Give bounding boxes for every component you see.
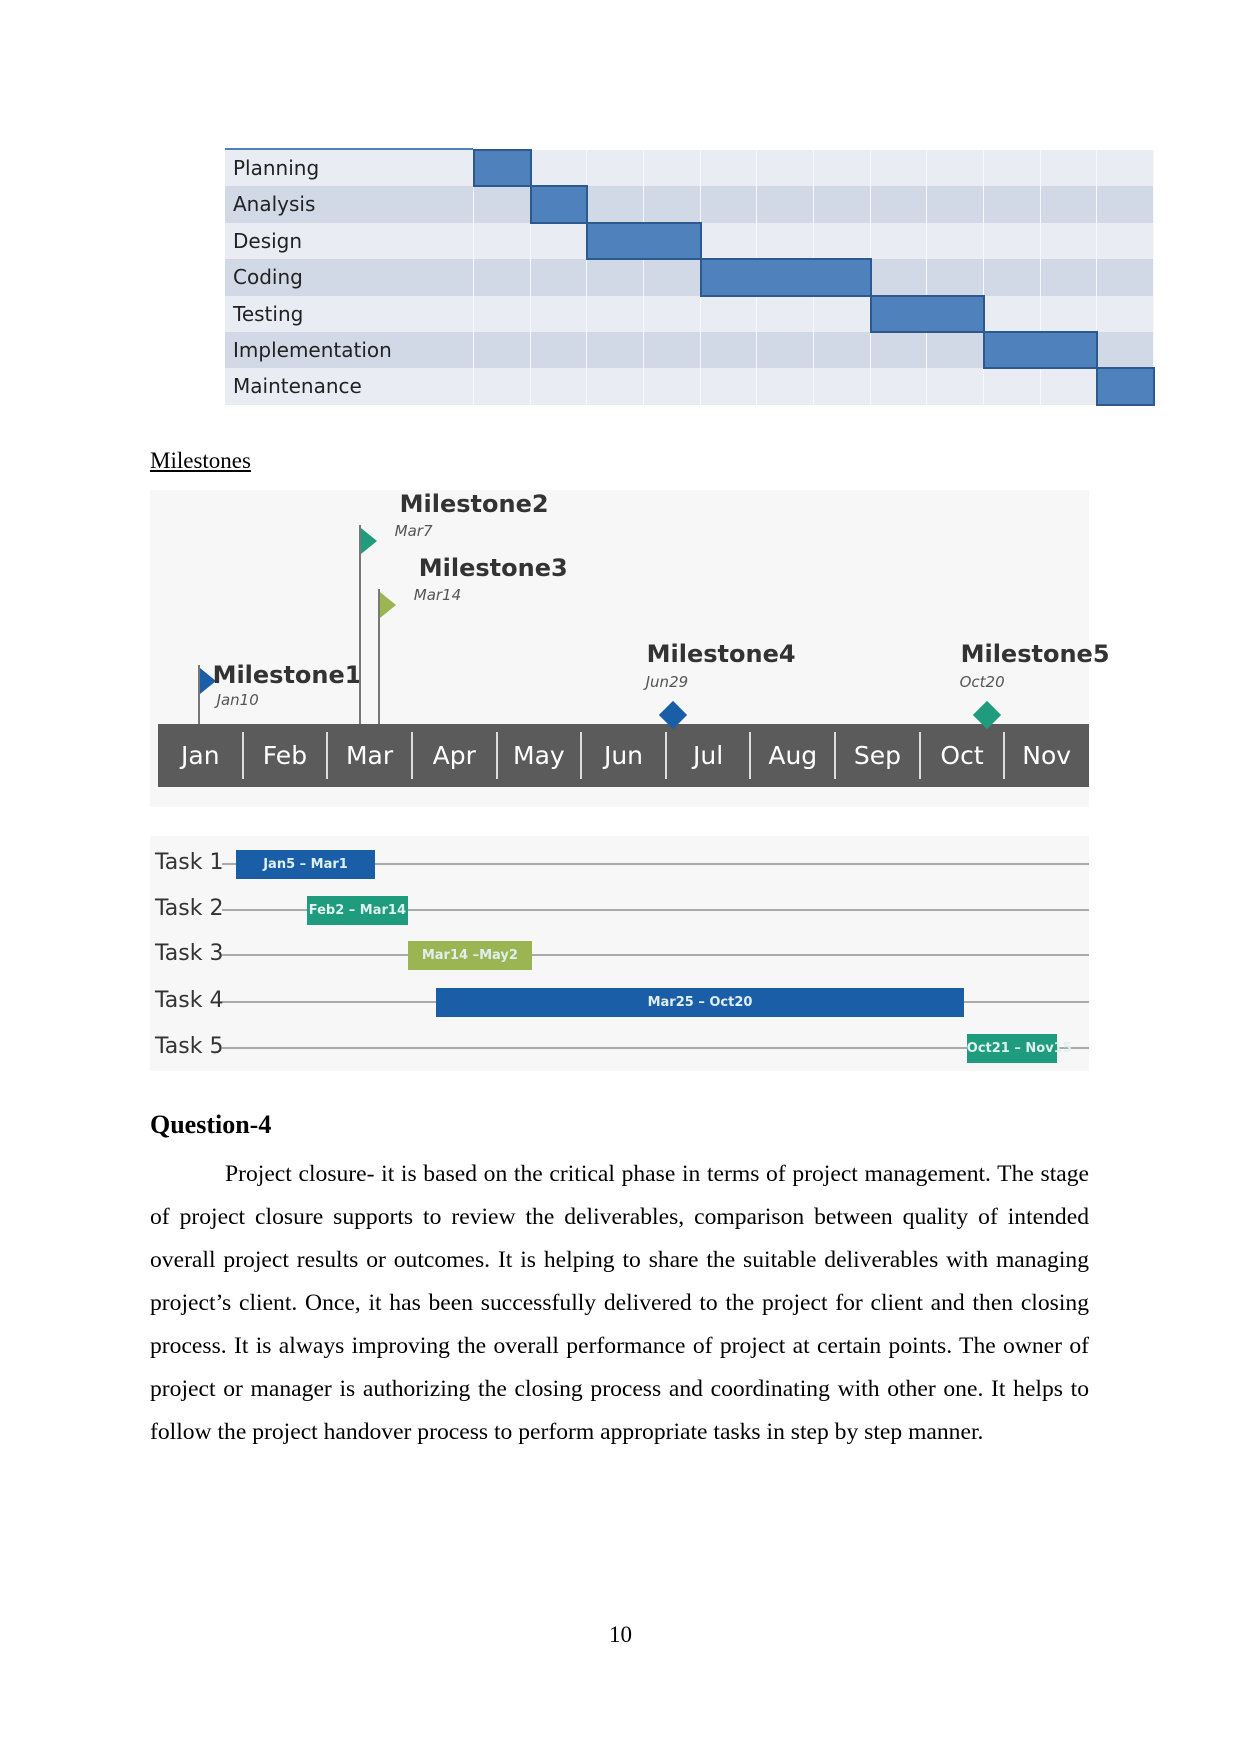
milestones-heading: Milestones	[150, 448, 251, 473]
month-separator	[664, 732, 667, 779]
month-separator	[1003, 732, 1006, 779]
task-gridline	[222, 1047, 1089, 1049]
month-label: Jan	[181, 741, 220, 770]
task-label: Task 4	[155, 988, 224, 1013]
month-label: May	[513, 741, 565, 770]
gantt-row-label: Planning	[233, 156, 320, 180]
month-label: Oct	[940, 741, 984, 770]
gantt-row: Maintenance	[225, 368, 1153, 405]
month-separator	[410, 732, 413, 779]
page-number: 10	[609, 1622, 632, 1647]
milestone-date: Jun29	[645, 673, 689, 691]
task-bar: Mar14 –May2	[407, 941, 532, 970]
month-label: Jun	[603, 741, 644, 770]
task-bar: Jan5 – Mar1	[236, 850, 376, 879]
question-heading: Question-4	[150, 1110, 272, 1139]
month-label: Sep	[853, 741, 901, 770]
task-bar: Oct21 – Nov15	[966, 1034, 1072, 1063]
task-label: Task 3	[155, 941, 224, 966]
gantt-row-label: Maintenance	[233, 374, 362, 399]
month-separator	[918, 732, 921, 779]
phase-gantt-chart: Planning Analysis Design Coding Testing Imple…	[225, 148, 1155, 406]
gantt-bar	[983, 331, 1099, 370]
gantt-row-label: Testing	[233, 301, 304, 326]
task-timeline-chart: Task 1 Jan5 – Mar1 Task 2 Feb2 – Mar14 Task …	[150, 836, 1089, 1071]
month-label: Mar	[345, 741, 394, 770]
gantt-bar	[586, 221, 702, 261]
gantt-row: Testing	[225, 295, 1153, 332]
gantt-bar	[869, 294, 985, 333]
month-separator	[749, 732, 752, 779]
milestone-pole	[358, 525, 361, 724]
task-label: Task 2	[155, 896, 224, 921]
gantt-row-label: Coding	[233, 265, 303, 290]
month-separator	[834, 732, 837, 779]
gantt-row: Analysis	[225, 186, 1153, 223]
flag-icon	[360, 528, 377, 554]
month-separator	[241, 732, 244, 779]
milestone-name: Milestone1	[212, 661, 362, 689]
gantt-bar	[529, 185, 589, 224]
milestone-timeline-chart: Jan Feb Mar Apr May Jun Jul Aug Sep Oct Nov Milest…	[150, 490, 1110, 807]
gantt-bar	[473, 149, 532, 188]
task-label: Task 5	[155, 1034, 224, 1059]
month-axis: Jan Feb Mar Apr May Jun Jul Aug Sep Oct Nov	[158, 724, 1089, 787]
task-gridline	[222, 954, 1089, 956]
grid-line	[473, 150, 474, 405]
month-label: Aug	[768, 741, 818, 770]
task-bar: Feb2 – Mar14	[306, 896, 408, 925]
grid-line	[926, 150, 928, 405]
milestone-name: Milestone2	[399, 490, 549, 518]
grid-line	[643, 150, 644, 405]
month-label: Feb	[262, 741, 308, 770]
month-separator	[326, 732, 329, 779]
gantt-row-label: Implementation	[233, 338, 392, 362]
month-label: Jul	[693, 741, 724, 770]
gantt-row: Planning	[225, 150, 1153, 187]
gantt-bar	[1096, 367, 1155, 406]
milestone-name: Milestone4	[646, 640, 796, 668]
milestone-date: Mar7	[394, 522, 433, 540]
milestone-date: Mar14	[413, 586, 462, 604]
milestone-date: Jan10	[216, 691, 259, 709]
month-label: Nov	[1022, 741, 1072, 770]
gantt-row-label: Analysis	[233, 192, 316, 217]
task-bar: Mar25 – Oct20	[435, 988, 965, 1017]
flag-icon	[379, 592, 396, 618]
month-label: Apr	[432, 741, 476, 770]
body-paragraph: Project closure- it is based on the crit…	[150, 1161, 1089, 1445]
month-separator	[495, 732, 498, 779]
milestone-name: Milestone3	[418, 554, 568, 582]
milestone-date: Oct20	[959, 673, 1005, 691]
task-label: Task 1	[155, 850, 224, 875]
month-separator	[580, 732, 583, 779]
gantt-row: Coding	[225, 259, 1153, 296]
gantt-row-label: Design	[233, 228, 303, 253]
gantt-bar	[699, 258, 872, 297]
milestone-name: Milestone5	[960, 640, 1110, 668]
